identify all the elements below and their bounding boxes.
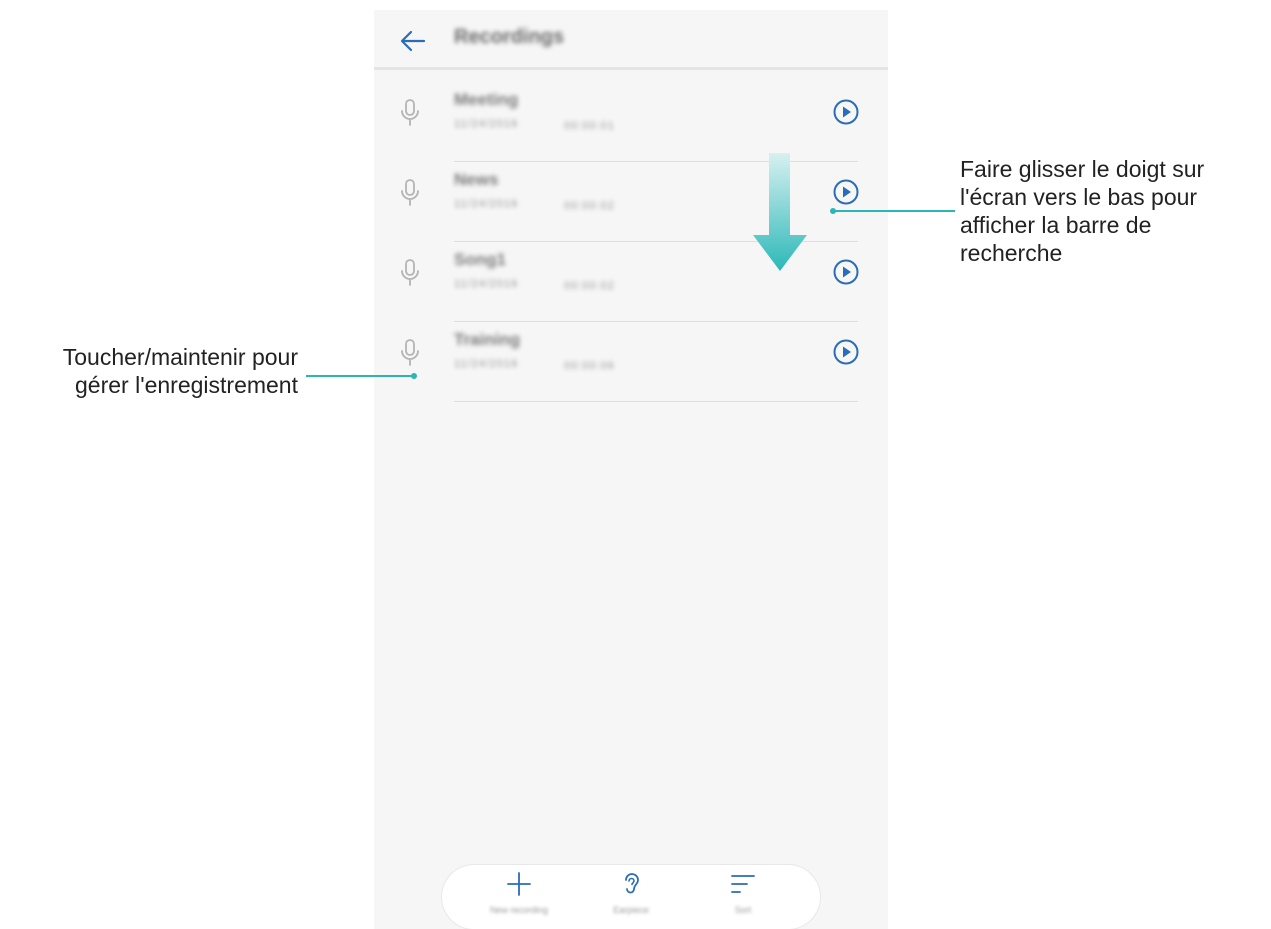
recording-name: Meeting <box>454 90 519 109</box>
new-recording-button[interactable]: New recording <box>464 871 574 929</box>
microphone-icon <box>401 99 419 126</box>
list-item[interactable]: Training 11/24/2016 00:00:06 <box>374 322 888 402</box>
arrow-left-icon[interactable] <box>398 26 428 56</box>
recording-duration: 00:00:01 <box>564 120 615 132</box>
recording-date: 11/24/2016 <box>454 358 519 370</box>
callout-line: Toucher/maintenir pour <box>62 344 298 370</box>
recording-duration: 00:00:06 <box>564 360 615 372</box>
sort-icon <box>731 875 755 893</box>
microphone-icon <box>401 339 419 366</box>
list-item[interactable]: News 11/24/2016 00:00:02 <box>374 162 888 242</box>
new-recording-label: New recording <box>489 905 549 915</box>
recording-date: 11/24/2016 <box>454 118 519 130</box>
play-button[interactable] <box>832 178 860 206</box>
long-press-callout: Toucher/maintenir pour gérer l'enregistr… <box>0 343 298 399</box>
microphone-icon <box>401 259 419 286</box>
recording-name: Training <box>454 330 521 349</box>
play-button[interactable] <box>832 338 860 366</box>
play-button[interactable] <box>832 98 860 126</box>
recording-duration: 00:00:02 <box>564 200 615 212</box>
app-header: Recordings <box>374 10 888 70</box>
recording-date: 11/24/2016 <box>454 278 519 290</box>
swipe-down-callout: Faire glisser le doigt sur l'écran vers … <box>960 155 1265 267</box>
divider <box>454 401 858 402</box>
plus-icon <box>507 872 531 896</box>
callout-line: l'écran vers le bas pour <box>960 184 1198 210</box>
ear-icon <box>625 873 639 894</box>
recordings-list: Meeting 11/24/2016 00:00:01 News 11/24/2… <box>374 82 888 402</box>
recording-name: Song1 <box>454 250 506 269</box>
bottom-toolbar: New recording Earpiece Sort <box>442 865 820 929</box>
earpiece-button[interactable]: Earpiece <box>576 871 686 929</box>
callout-line: recherche <box>960 240 1063 266</box>
swipe-down-arrow-icon <box>753 153 807 271</box>
callout-line: gérer l'enregistrement <box>75 372 298 398</box>
recording-name: News <box>454 170 499 189</box>
recording-duration: 00:00:02 <box>564 280 615 292</box>
list-item[interactable]: Meeting 11/24/2016 00:00:01 <box>374 82 888 162</box>
list-item[interactable]: Song1 11/24/2016 00:00:02 <box>374 242 888 322</box>
recording-date: 11/24/2016 <box>454 198 519 210</box>
callout-line: Faire glisser le doigt sur <box>960 156 1205 182</box>
play-button[interactable] <box>832 258 860 286</box>
sort-button[interactable]: Sort <box>688 871 798 929</box>
microphone-icon <box>401 179 419 206</box>
callout-line: afficher la barre de <box>960 212 1152 238</box>
page-title: Recordings <box>454 26 565 48</box>
sort-label: Sort <box>734 905 752 915</box>
phone-screen: Recordings Meeting 11/24/2016 00:00:01 N… <box>374 10 888 929</box>
earpiece-label: Earpiece <box>613 905 649 915</box>
